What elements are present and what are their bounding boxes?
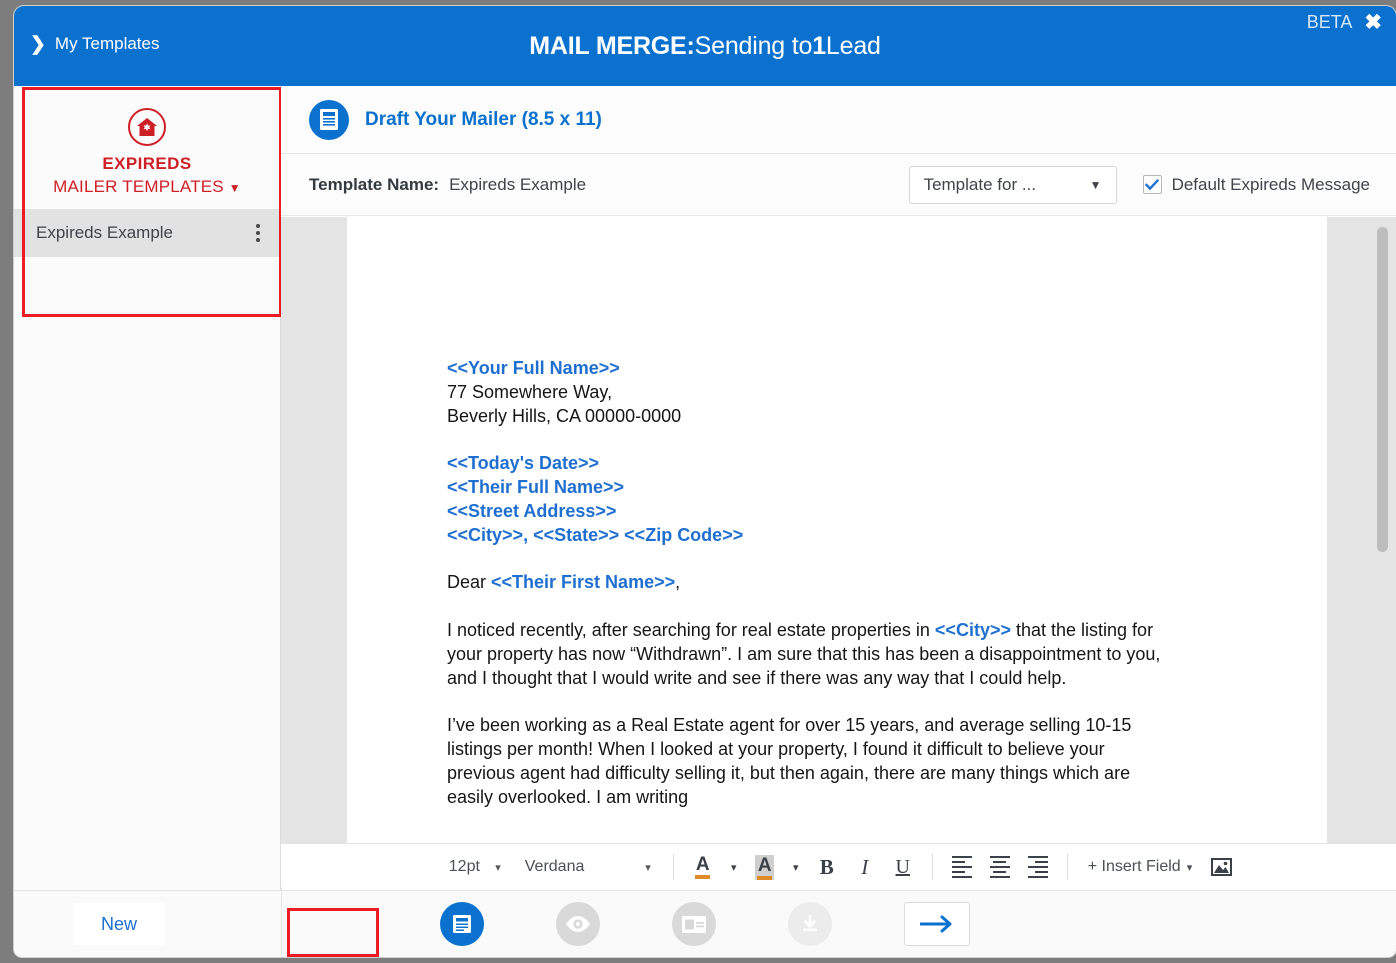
chevron-down-icon: ▼ xyxy=(1089,177,1102,192)
chevron-down-icon: ▼ xyxy=(228,181,241,195)
highlight-color-icon[interactable]: A xyxy=(746,851,784,883)
toolbar-divider xyxy=(672,854,674,880)
page-title-suffix: Lead xyxy=(825,32,881,60)
sidebar-category-title: EXPIREDS xyxy=(102,154,192,173)
page-title-sending: Sending to xyxy=(694,32,813,60)
salutation-line: Dear <<Their First Name>>, xyxy=(447,571,1167,595)
merge-field-their-first-name: <<Their First Name>> xyxy=(491,572,676,593)
default-message-checkbox[interactable]: Default Expireds Message xyxy=(1142,174,1370,195)
chevron-down-icon: ▾ xyxy=(731,861,737,874)
sender-block: <<Your Full Name>> 77 Somewhere Way, Bev… xyxy=(447,357,1167,428)
toolbar-divider xyxy=(1066,854,1068,880)
insert-field-label: + Insert Field xyxy=(1087,858,1181,875)
text-color-icon[interactable]: A xyxy=(684,851,722,883)
sidebar-header: EXPIREDS MAILER TEMPLATES ▼ xyxy=(14,86,280,209)
preview-eye-icon[interactable] xyxy=(556,902,600,946)
merge-field-state: <<State>> xyxy=(533,524,620,545)
checkbox-box[interactable] xyxy=(1142,175,1162,194)
panel-header: Draft Your Mailer (8.5 x 11) xyxy=(281,86,1396,154)
chevron-down-icon: ▾ xyxy=(495,861,501,874)
template-type-value: Template for ... xyxy=(923,174,1036,194)
align-center-icon[interactable] xyxy=(981,851,1019,883)
close-icon[interactable]: ✖ xyxy=(1364,12,1382,33)
download-icon[interactable] xyxy=(788,902,832,946)
insert-field-dropdown[interactable]: + Insert Field ▾ xyxy=(1078,858,1202,876)
font-size-select[interactable]: 12pt ▾ xyxy=(437,850,513,884)
mailer-templates-dropdown[interactable]: MAILER TEMPLATES ▼ xyxy=(24,177,270,197)
chevron-down-icon: ▾ xyxy=(1186,861,1193,874)
align-center-glyph xyxy=(989,855,1010,879)
app-header: ❯ My Templates MAIL MERGE:Sending to1Lea… xyxy=(14,6,1396,86)
templates-sidebar: EXPIREDS MAILER TEMPLATES ▼ Expireds Exa… xyxy=(14,86,281,890)
panel-title: Draft Your Mailer (8.5 x 11) xyxy=(365,108,602,130)
house-circle-icon xyxy=(128,108,166,146)
kebab-menu-icon[interactable] xyxy=(250,220,266,246)
merge-field-todays-date: <<Today's Date>> xyxy=(447,453,600,474)
mailer-editor-area[interactable]: <<Your Full Name>> 77 Somewhere Way, Bev… xyxy=(281,217,1396,843)
align-right-icon[interactable] xyxy=(1019,851,1057,883)
template-item-label: Expireds Example xyxy=(36,223,174,242)
envelope-card-icon[interactable] xyxy=(672,902,716,946)
highlight-color-dropdown[interactable]: ▾ xyxy=(784,851,808,883)
merge-field-zip: <<Zip Code>> xyxy=(624,524,744,545)
next-step-button[interactable] xyxy=(904,902,970,946)
merge-field-your-full-name: <<Your Full Name>> xyxy=(447,358,620,378)
mailer-page[interactable]: <<Your Full Name>> 77 Somewhere Way, Bev… xyxy=(347,217,1327,843)
draft-document-icon[interactable] xyxy=(440,902,484,946)
list-item[interactable]: Expireds Example xyxy=(14,209,280,257)
merge-field-city: <<City>> xyxy=(447,524,524,545)
mail-merge-window: ❯ My Templates MAIL MERGE:Sending to1Lea… xyxy=(14,6,1396,957)
editor-scrollbar[interactable] xyxy=(1377,227,1388,552)
main-panel: Draft Your Mailer (8.5 x 11) Template Na… xyxy=(281,86,1396,890)
chevron-down-icon: ▾ xyxy=(645,861,651,874)
sender-street: 77 Somewhere Way, xyxy=(447,381,613,402)
beta-close-group: BETA ✖ xyxy=(1307,12,1382,33)
workflow-steps xyxy=(14,891,1396,957)
bold-button[interactable]: B xyxy=(808,851,846,883)
font-size-value: 12pt xyxy=(448,858,480,875)
recipient-comma: , xyxy=(523,524,529,545)
text-color-dropdown[interactable]: ▾ xyxy=(722,851,746,883)
align-left-icon[interactable] xyxy=(943,851,981,883)
default-message-label: Default Expireds Message xyxy=(1171,174,1370,194)
align-left-glyph xyxy=(951,855,972,879)
italic-button[interactable]: I xyxy=(846,851,884,883)
recipient-block: <<Today's Date>> <<Their Full Name>> <<S… xyxy=(447,452,1167,547)
template-meta-row: Template Name: Expireds Example Template… xyxy=(281,154,1396,216)
merge-field-street-address: <<Street Address>> xyxy=(447,500,617,521)
body-paragraph-2: I’ve been working as a Real Estate agent… xyxy=(447,715,1132,807)
text-color-glyph: A xyxy=(695,855,711,879)
highlight-color-glyph: A xyxy=(755,854,775,880)
page-title-prefix: MAIL MERGE: xyxy=(529,32,695,60)
chevron-down-icon: ▾ xyxy=(793,861,799,874)
beta-badge: BETA xyxy=(1306,12,1353,32)
font-family-select[interactable]: Verdana ▾ xyxy=(513,850,663,884)
align-right-glyph xyxy=(1027,855,1048,879)
body-p1-part-a: I noticed recently, after searching for … xyxy=(447,620,935,640)
underline-button[interactable]: U xyxy=(884,851,922,883)
insert-image-icon[interactable] xyxy=(1202,851,1240,883)
mailer-templates-label: MAILER TEMPLATES xyxy=(53,177,224,196)
toolbar-divider xyxy=(931,854,933,880)
page-title: MAIL MERGE:Sending to1Lead xyxy=(14,32,1396,61)
salutation-prefix: Dear xyxy=(447,572,492,593)
bottom-bar-divider xyxy=(281,887,282,954)
merge-field-their-full-name: <<Their Full Name>> xyxy=(447,477,625,497)
salutation-suffix: , xyxy=(675,572,681,593)
body-paragraph-1: I noticed recently, after searching for … xyxy=(447,619,1167,690)
sender-citystate: Beverly Hills, CA 00000-0000 xyxy=(447,405,682,426)
merge-field-city-inline: <<City>> xyxy=(934,620,1011,640)
template-type-select[interactable]: Template for ... ▼ xyxy=(908,165,1117,204)
format-toolbar: 12pt ▾ Verdana ▾ A ▾ A ▾ B I U + Insert … xyxy=(281,843,1396,890)
font-family-value: Verdana xyxy=(524,858,585,875)
template-name-label: Template Name: xyxy=(309,174,440,194)
mailer-body-text[interactable]: <<Your Full Name>> 77 Somewhere Way, Bev… xyxy=(347,217,1167,809)
page-title-count: 1 xyxy=(812,32,826,60)
bottom-bar: New xyxy=(14,890,1396,957)
template-name-value: Expireds Example xyxy=(449,174,587,194)
document-icon xyxy=(309,99,349,140)
